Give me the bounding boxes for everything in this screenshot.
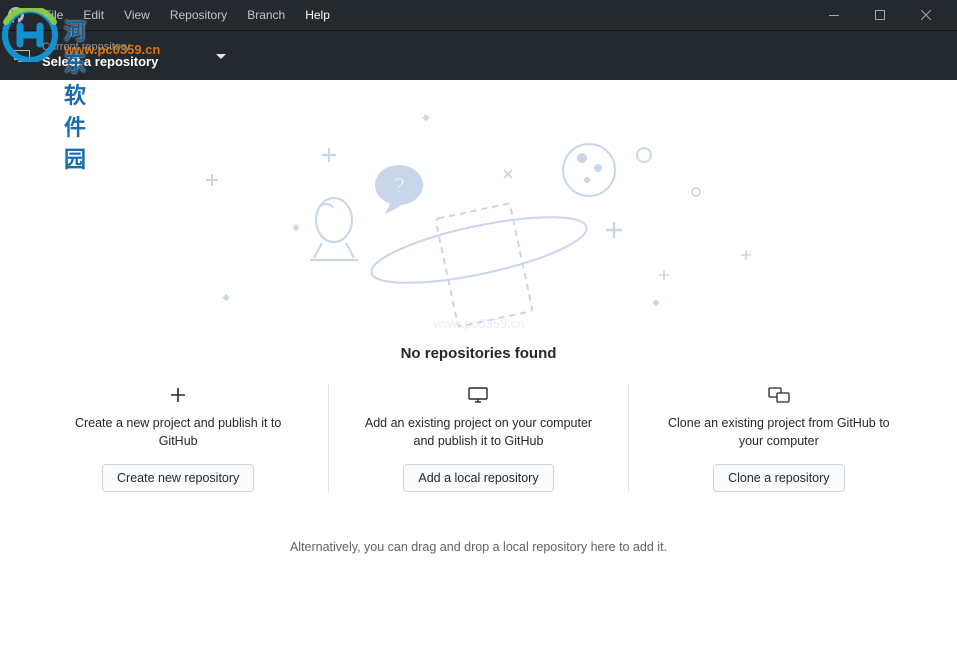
card-add-local: Add an existing project on your computer…	[328, 384, 628, 492]
svg-text:?: ?	[392, 173, 405, 198]
plus-icon	[170, 384, 186, 406]
close-button[interactable]	[903, 0, 949, 30]
menu-edit[interactable]: Edit	[73, 4, 114, 26]
menu-bar: File Edit View Repository Branch Help	[34, 4, 340, 26]
empty-illustration: ?	[194, 100, 764, 335]
window-controls	[811, 0, 949, 30]
card-create: Create a new project and publish it to G…	[29, 384, 328, 492]
clone-repository-button[interactable]: Clone a repository	[713, 464, 844, 492]
card-desc: Clone an existing project from GitHub to…	[657, 414, 900, 450]
toolbar: Current repository Select a repository	[0, 30, 957, 80]
repository-selector[interactable]: Current repository Select a repository	[0, 31, 240, 80]
drag-drop-hint: Alternatively, you can drag and drop a l…	[290, 540, 667, 554]
clone-icon	[768, 384, 790, 406]
chevron-down-icon	[216, 47, 226, 65]
card-desc: Add an existing project on your computer…	[357, 414, 600, 450]
card-desc: Create a new project and publish it to G…	[57, 414, 300, 450]
current-repo-label: Current repository	[42, 41, 158, 54]
create-new-repository-button[interactable]: Create new repository	[102, 464, 254, 492]
monitor-icon	[468, 384, 488, 406]
empty-heading: No repositories found	[401, 345, 557, 362]
empty-state: ?	[0, 80, 957, 657]
maximize-button[interactable]	[857, 0, 903, 30]
menu-view[interactable]: View	[114, 4, 160, 26]
github-icon	[8, 7, 24, 23]
menu-branch[interactable]: Branch	[237, 4, 295, 26]
menu-repository[interactable]: Repository	[160, 4, 237, 26]
svg-text:www.pc0359.cn: www.pc0359.cn	[432, 316, 524, 331]
add-local-repository-button[interactable]: Add a local repository	[403, 464, 553, 492]
desktop-icon	[14, 48, 30, 64]
card-clone: Clone an existing project from GitHub to…	[628, 384, 928, 492]
menu-help[interactable]: Help	[295, 4, 340, 26]
minimize-button[interactable]	[811, 0, 857, 30]
menu-file[interactable]: File	[34, 4, 73, 26]
titlebar: File Edit View Repository Branch Help	[0, 0, 957, 30]
action-cards: Create a new project and publish it to G…	[29, 384, 929, 492]
select-repo-label: Select a repository	[42, 54, 158, 70]
